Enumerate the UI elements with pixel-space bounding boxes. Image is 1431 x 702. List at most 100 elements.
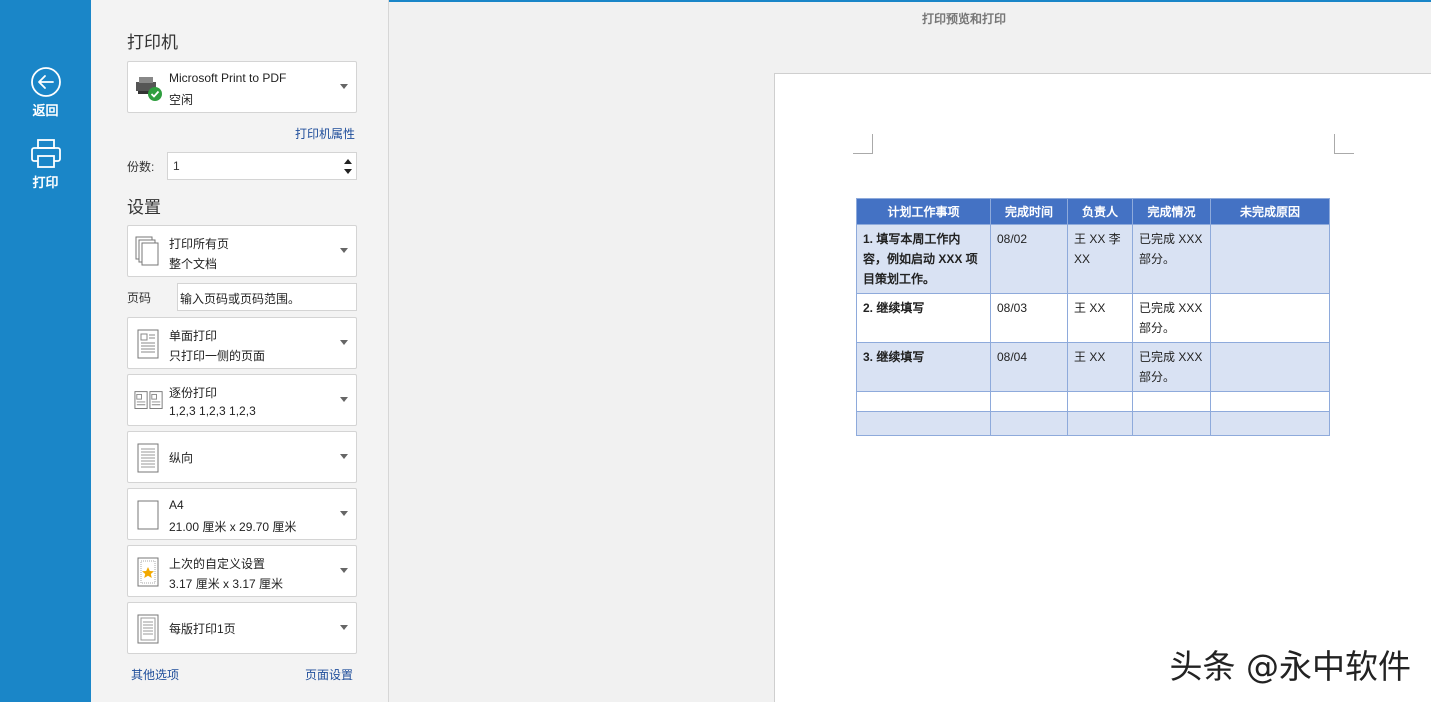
table-cell: 王 XX 李 XX (1067, 224, 1133, 294)
table-header-cell: 负责人 (1067, 198, 1133, 225)
margin-corner-mark (853, 134, 873, 154)
table-cell (1210, 411, 1330, 436)
work-plan-table: 计划工作事项 完成时间 负责人 完成情况 未完成原因 1. 填写本周工作内容，例… (856, 198, 1330, 436)
table-header-cell: 完成时间 (990, 198, 1068, 225)
table-cell (1067, 391, 1133, 412)
back-button[interactable]: 返回 (0, 66, 91, 119)
table-cell: 08/04 (990, 342, 1068, 392)
margins-select[interactable]: 上次的自定义设置 3.17 厘米 x 3.17 厘米 (127, 545, 357, 597)
copies-input[interactable]: 1 (167, 152, 357, 180)
collate-select[interactable]: 逐份打印 1,2,3 1,2,3 1,2,3 (127, 374, 357, 426)
sides-line2: 只打印一侧的页面 (169, 349, 266, 363)
table-cell: 08/02 (990, 224, 1068, 294)
table-row (856, 411, 1330, 436)
preview-page: 计划工作事项 完成时间 负责人 完成情况 未完成原因 1. 填写本周工作内容，例… (774, 73, 1431, 702)
printer-icon (30, 139, 61, 168)
print-button[interactable]: 打印 (0, 138, 91, 191)
pages-per-sheet-select[interactable]: 每版打印1页 (127, 602, 357, 654)
table-cell (1210, 391, 1330, 412)
settings-section-title: 设置 (127, 198, 161, 217)
printer-ready-icon (136, 77, 162, 101)
collate-line1: 逐份打印 (169, 386, 218, 400)
per-sheet-value: 每版打印1页 (169, 622, 236, 636)
table-cell (1132, 391, 1211, 412)
chevron-down-icon (340, 568, 348, 573)
copies-label: 份数: (127, 160, 155, 174)
chevron-down-icon (340, 340, 348, 345)
chevron-down-icon (340, 248, 348, 253)
chevron-down-icon (340, 397, 348, 402)
portrait-icon (137, 443, 159, 473)
watermark-text: 头条 @永中软件 (1169, 647, 1412, 686)
margins-line2: 3.17 厘米 x 3.17 厘米 (169, 577, 284, 591)
pages-input[interactable]: 输入页码或页码范围。 (177, 283, 357, 311)
increment-arrow-icon[interactable] (343, 156, 353, 166)
table-cell: 已完成 XXX 部分。 (1132, 293, 1211, 343)
table-cell: 已完成 XXX 部分。 (1132, 224, 1211, 294)
printer-select[interactable]: Microsoft Print to PDF 空闲 (127, 61, 357, 113)
back-arrow-icon (30, 67, 61, 97)
orientation-value: 纵向 (169, 451, 194, 465)
chevron-down-icon (340, 454, 348, 459)
print-scope-select[interactable]: 打印所有页 整个文档 (127, 225, 357, 277)
one-page-per-sheet-icon (137, 614, 159, 644)
printer-properties-link[interactable]: 打印机属性 (295, 125, 355, 142)
table-row: 2. 继续填写 08/03 王 XX 已完成 XXX 部分。 (856, 293, 1330, 343)
table-cell (856, 391, 991, 412)
table-cell: 王 XX (1067, 293, 1133, 343)
paper-size-select[interactable]: A4 21.00 厘米 x 29.70 厘米 (127, 488, 357, 540)
table-header-cell: 未完成原因 (1210, 198, 1330, 225)
table-cell (1210, 293, 1330, 343)
side-rail: 返回 打印 (0, 0, 91, 702)
chevron-down-icon (340, 511, 348, 516)
collated-icon (134, 391, 163, 409)
other-options-link[interactable]: 其他选项 (131, 666, 179, 683)
table-cell: 3. 继续填写 (856, 342, 991, 392)
table-cell: 08/03 (990, 293, 1068, 343)
pages-label: 页码 (127, 291, 152, 305)
table-cell (990, 411, 1068, 436)
pages-placeholder: 输入页码或页码范围。 (180, 292, 301, 306)
back-label: 返回 (32, 103, 59, 118)
table-header-row: 计划工作事项 完成时间 负责人 完成情况 未完成原因 (856, 198, 1330, 225)
one-sided-icon (137, 329, 159, 359)
table-row: 1. 填写本周工作内容，例如启动 XXX 项目策划工作。 08/02 王 XX … (856, 224, 1330, 294)
table-cell (990, 391, 1068, 412)
orientation-select[interactable]: 纵向 (127, 431, 357, 483)
table-header-cell: 完成情况 (1132, 198, 1211, 225)
table-cell (1210, 342, 1330, 392)
print-label: 打印 (32, 175, 59, 190)
table-cell: 1. 填写本周工作内容，例如启动 XXX 项目策划工作。 (856, 224, 991, 294)
table-header-cell: 计划工作事项 (856, 198, 991, 225)
printer-name: Microsoft Print to PDF (169, 71, 287, 85)
scope-line1: 打印所有页 (169, 237, 230, 251)
table-cell: 王 XX (1067, 342, 1133, 392)
table-cell (1067, 411, 1133, 436)
copies-value: 1 (173, 159, 180, 173)
print-preview-area: 打印预览和打印 计划工作事项 完成时间 负责人 完成情况 未完成原因 1. 填写… (389, 0, 1431, 702)
paper-line1: A4 (169, 498, 184, 512)
printer-section-title: 打印机 (127, 33, 178, 52)
table-row (856, 391, 1330, 412)
decrement-arrow-icon[interactable] (343, 167, 353, 177)
printer-status: 空闲 (169, 93, 194, 107)
table-cell (856, 411, 991, 436)
table-cell (1210, 224, 1330, 294)
table-cell: 已完成 XXX 部分。 (1132, 342, 1211, 392)
scope-line2: 整个文档 (169, 257, 218, 271)
sides-line1: 单面打印 (169, 329, 218, 343)
table-cell: 2. 继续填写 (856, 293, 991, 343)
sides-select[interactable]: 单面打印 只打印一侧的页面 (127, 317, 357, 369)
page-setup-link[interactable]: 页面设置 (305, 666, 353, 683)
paper-line2: 21.00 厘米 x 29.70 厘米 (169, 520, 297, 534)
margins-line1: 上次的自定义设置 (169, 557, 266, 571)
all-pages-icon (135, 236, 159, 266)
paper-size-icon (137, 500, 159, 530)
table-cell (1132, 411, 1211, 436)
margin-corner-mark (1334, 134, 1354, 154)
table-row: 3. 继续填写 08/04 王 XX 已完成 XXX 部分。 (856, 342, 1330, 392)
chevron-down-icon (340, 84, 348, 89)
chevron-down-icon (340, 625, 348, 630)
collate-line2: 1,2,3 1,2,3 1,2,3 (169, 404, 256, 418)
preview-title: 打印预览和打印 (921, 12, 1006, 26)
